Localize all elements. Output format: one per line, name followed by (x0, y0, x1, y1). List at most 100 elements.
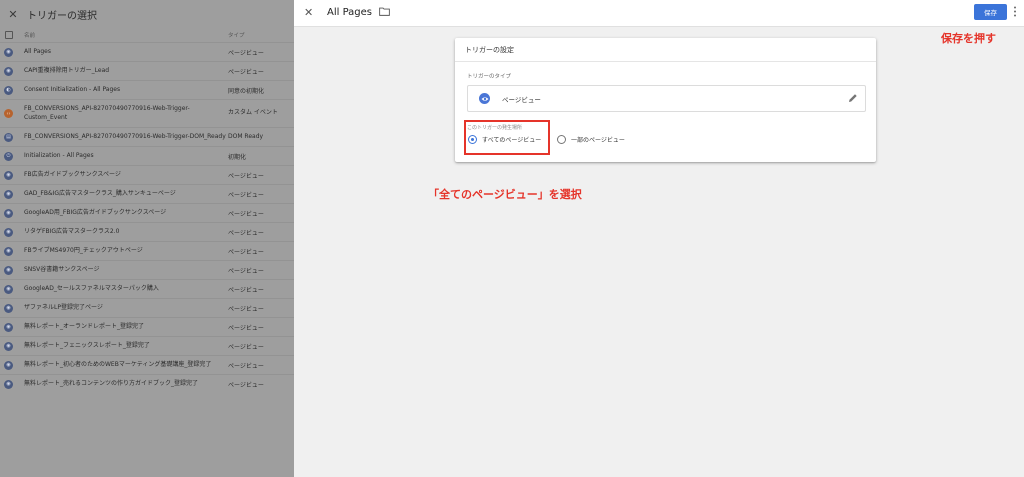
edit-pencil-icon[interactable] (848, 93, 858, 103)
annotation-highlight-box (464, 120, 550, 155)
trigger-row-type: ページビュー (228, 192, 264, 199)
trigger-row[interactable]: ▤ FB_CONVERSIONS_API-827070490770916-Web-… (0, 127, 294, 146)
trigger-type-value: ページビュー (502, 96, 541, 104)
trigger-row-name: リタゲFBIG広告マスタークラス2.0 (24, 228, 120, 235)
trigger-row[interactable]: ⏻ Initialization - All Pages 初期化 (0, 146, 294, 165)
annotation-save-instruction: 保存を押す (941, 32, 996, 45)
trigger-row[interactable]: ◉ FB広告ガイドブックサンクスページ ページビュー (0, 165, 294, 184)
power-icon: ⏻ (4, 151, 13, 161)
trigger-row-name: CAPI重複排除用トリガー_Lead (24, 67, 110, 74)
trigger-row-name: FB_CONVERSIONS_API-827070490770916-Web-T… (24, 105, 190, 121)
trigger-row-name: FB_CONVERSIONS_API-827070490770916-Web-T… (24, 133, 226, 140)
trigger-row-name: 無料レポート_オーランドレポート_登録完了 (24, 323, 145, 330)
trigger-row-name: 無料レポート_フェニックスレポート_登録完了 (24, 342, 150, 349)
folder-icon[interactable] (379, 7, 390, 16)
divider (455, 61, 876, 62)
eye-icon: ◉ (4, 189, 13, 199)
eye-icon: ◉ (4, 208, 13, 218)
trigger-name[interactable]: All Pages (327, 7, 372, 18)
radio-label: 一部のページビュー (571, 137, 625, 144)
trigger-row-name: GoogleAD用_FBIG広告ガイドブックサンクスページ (24, 209, 167, 216)
trigger-editor-panel: ✕ All Pages 保存 トリガーの設定 トリガーのタイプ ページビュー こ… (294, 0, 1024, 477)
trigger-selection-header: ✕ トリガーの選択 (0, 0, 294, 28)
trigger-row-type: ページビュー (228, 363, 264, 370)
trigger-row-name: GoogleAD_セールスファネルマスターパック購入 (24, 285, 159, 292)
trigger-row-type: ページビュー (228, 287, 264, 294)
trigger-row-type: ページビュー (228, 230, 264, 237)
radio-some-page-views[interactable]: 一部のページビュー (557, 135, 625, 144)
eye-icon (479, 93, 490, 104)
editor-toolbar: ✕ All Pages 保存 (294, 0, 1024, 27)
radio-unselected-icon[interactable] (557, 135, 566, 144)
trigger-row-name: SNSV谷書籍サンクスページ (24, 266, 100, 273)
trigger-row-type: ページビュー (228, 306, 264, 313)
more-vert-icon[interactable] (1012, 5, 1018, 18)
trigger-row-name: FB広告ガイドブックサンクスページ (24, 171, 121, 178)
panel-title: トリガーの選択 (27, 10, 97, 22)
trigger-selection-panel: ✕ トリガーの選択 名前 タイプ ◉ All Pages ページビュー ◉ CAPI重複… (0, 0, 294, 477)
trigger-row[interactable]: ◉ All Pages ページビュー (0, 42, 294, 61)
column-header-type: タイプ (228, 33, 245, 39)
trigger-row-type: DOM Ready (228, 133, 264, 140)
trigger-row-type: ページビュー (228, 268, 264, 275)
trigger-row-type: ページビュー (228, 173, 264, 180)
eye-icon: ◉ (4, 265, 13, 275)
eye-icon: ◉ (4, 66, 13, 76)
trigger-row[interactable]: ◉ 無料レポート_オーランドレポート_登録完了 ページビュー (0, 317, 294, 336)
shield-icon: ◐ (4, 85, 13, 95)
eye-icon: ◉ (4, 303, 13, 313)
trigger-row[interactable]: ◉ GoogleAD用_FBIG広告ガイドブックサンクスページ ページビュー (0, 203, 294, 222)
trigger-row[interactable]: ◉ FBライブMS4970円_チェックアウトページ ページビュー (0, 241, 294, 260)
code-icon: ‹› (4, 109, 13, 118)
trigger-row[interactable]: ◉ リタゲFBIG広告マスタークラス2.0 ページビュー (0, 222, 294, 241)
trigger-type-field[interactable]: ページビュー (467, 85, 866, 112)
trigger-row-name: 無料レポート_売れるコンテンツの作り方ガイドブック_登録完了 (24, 380, 199, 387)
eye-icon: ◉ (4, 246, 13, 256)
eye-icon: ◉ (4, 227, 13, 237)
trigger-row-type: ページビュー (228, 211, 264, 218)
trigger-row-type: ページビュー (228, 249, 264, 256)
trigger-row[interactable]: ◉ GoogleAD_セールスファネルマスターパック購入 ページビュー (0, 279, 294, 298)
trigger-row-type: ページビュー (228, 382, 264, 389)
trigger-row-type: ページビュー (228, 50, 264, 57)
select-all-checkbox[interactable] (5, 31, 13, 39)
annotation-select-instruction: 「全てのページビュー」を選択 (428, 188, 582, 201)
trigger-row-name: Initialization - All Pages (24, 152, 94, 159)
trigger-row-type: 初期化 (228, 154, 247, 161)
trigger-row[interactable]: ◉ GAD_FB&IG広告マスタークラス_購入サンキューページ ページビュー (0, 184, 294, 203)
trigger-type-label: トリガーのタイプ (467, 74, 512, 80)
close-icon[interactable]: ✕ (304, 6, 313, 19)
trigger-list: ◉ All Pages ページビュー ◉ CAPI重複排除用トリガー_Lead ページビュ… (0, 42, 294, 393)
trigger-row[interactable]: ◉ SNSV谷書籍サンクスページ ページビュー (0, 260, 294, 279)
trigger-row-type: ページビュー (228, 325, 264, 332)
trigger-row[interactable]: ◉ 無料レポート_売れるコンテンツの作り方ガイドブック_登録完了 ページビュー (0, 374, 294, 393)
eye-icon: ◉ (4, 379, 13, 389)
eye-icon: ◉ (4, 341, 13, 351)
eye-icon: ◉ (4, 360, 13, 370)
trigger-row[interactable]: ◉ 無料レポート_フェニックスレポート_登録完了 ページビュー (0, 336, 294, 355)
trigger-row[interactable]: ◉ 無料レポート_初心者のためのWEBマーケティング基礎講座_登録完了 ページビュー (0, 355, 294, 374)
eye-icon: ◉ (4, 284, 13, 294)
eye-icon: ◉ (4, 170, 13, 180)
trigger-row-name: All Pages (24, 48, 51, 55)
trigger-row[interactable]: ‹› FB_CONVERSIONS_API-827070490770916-Web… (0, 99, 294, 127)
trigger-row-name: 無料レポート_初心者のためのWEBマーケティング基礎講座_登録完了 (24, 361, 212, 368)
trigger-row-name: Consent Initialization - All Pages (24, 86, 121, 93)
trigger-row-type: ページビュー (228, 69, 264, 76)
trigger-row-type: 同意の初期化 (228, 88, 265, 95)
eye-icon: ◉ (4, 322, 13, 332)
column-header-name: 名前 (24, 33, 36, 39)
close-icon[interactable]: ✕ (3, 8, 23, 21)
doc-icon: ▤ (4, 132, 13, 142)
trigger-row-type: カスタム イベント (228, 109, 278, 116)
card-title: トリガーの設定 (465, 46, 514, 54)
trigger-row[interactable]: ◐ Consent Initialization - All Pages 同意の初期… (0, 80, 294, 99)
save-button[interactable]: 保存 (974, 4, 1007, 20)
trigger-row[interactable]: ◉ CAPI重複排除用トリガー_Lead ページビュー (0, 61, 294, 80)
trigger-row-name: ザファネルLP登録完了ページ (24, 304, 103, 311)
trigger-row-name: GAD_FB&IG広告マスタークラス_購入サンキューページ (24, 190, 176, 197)
eye-icon: ◉ (4, 47, 13, 57)
list-header: 名前 タイプ (0, 28, 294, 42)
trigger-row[interactable]: ◉ ザファネルLP登録完了ページ ページビュー (0, 298, 294, 317)
trigger-row-type: ページビュー (228, 344, 264, 351)
